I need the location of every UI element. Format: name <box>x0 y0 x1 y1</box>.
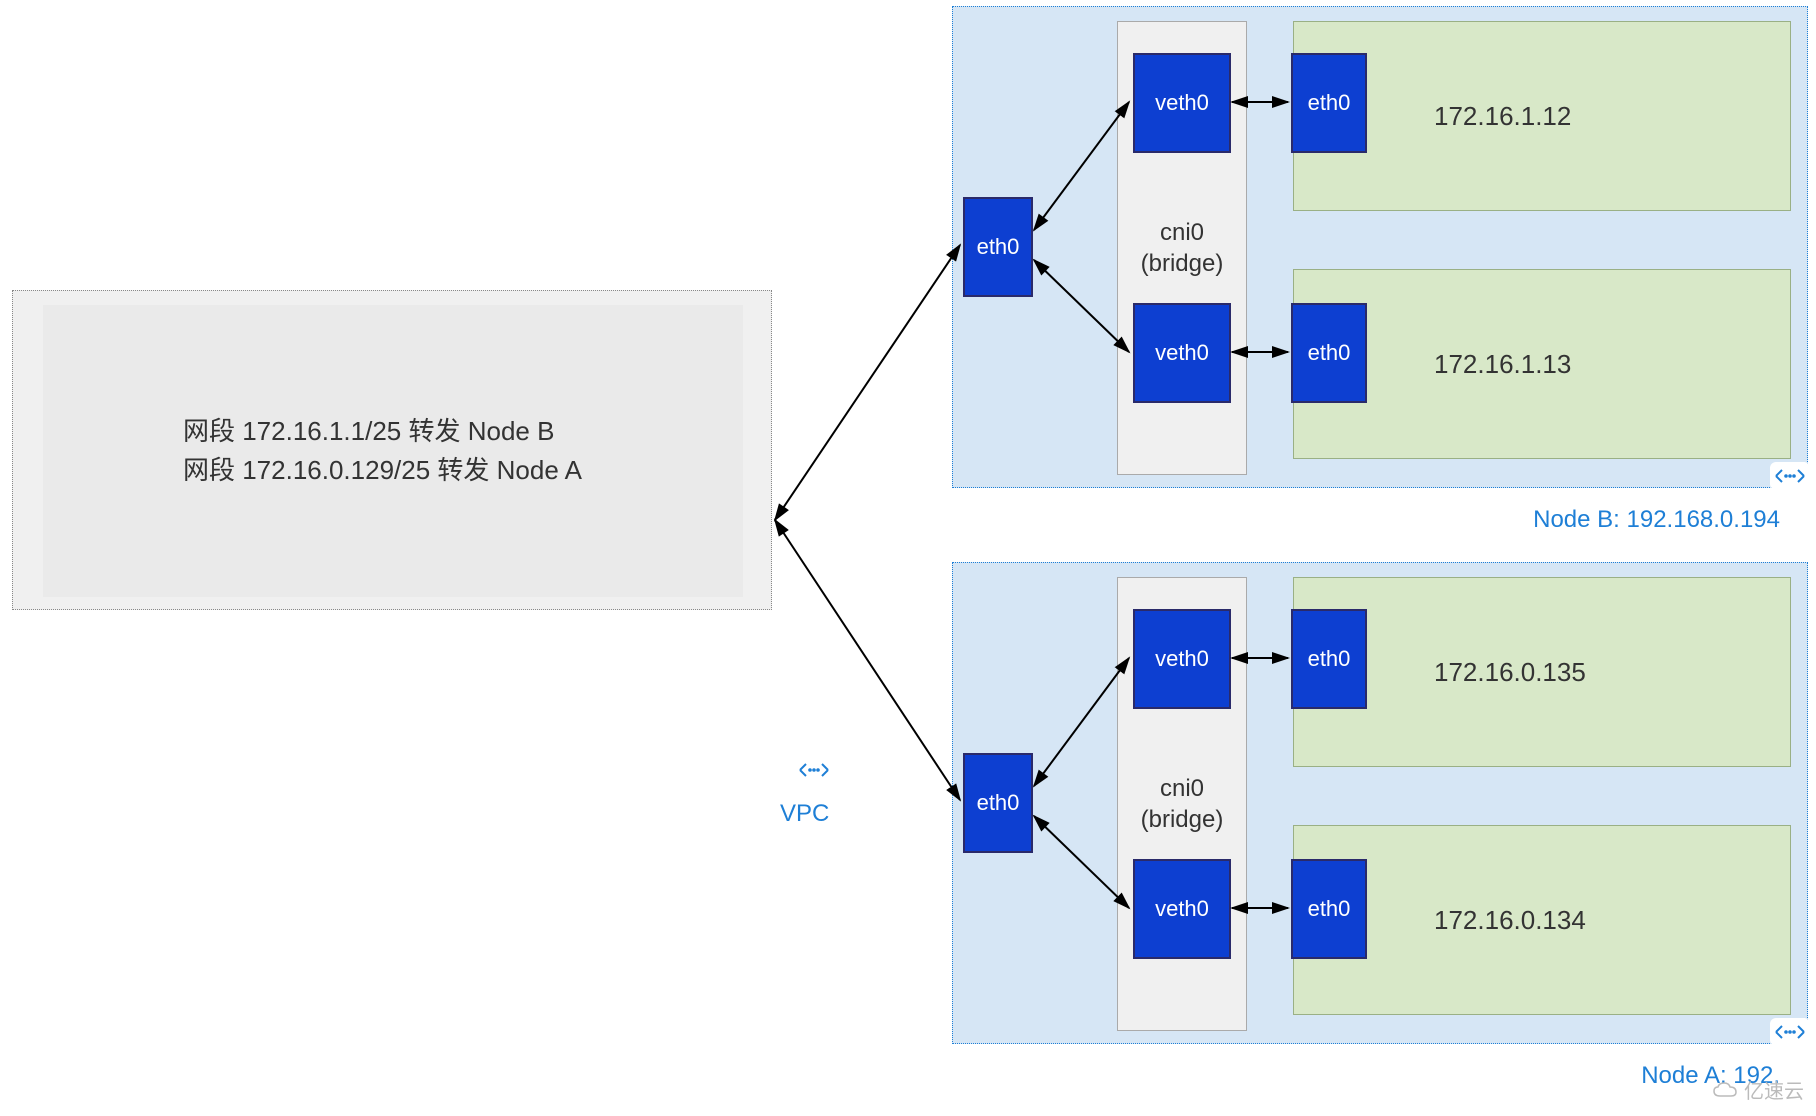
vpc-container: 网段 172.16.1.1/25 转发 Node B 网段 172.16.0.1… <box>12 290 772 610</box>
expand-icon[interactable] <box>794 756 834 784</box>
host-eth-interface: eth0 <box>963 197 1033 297</box>
pod-ip: 172.16.1.13 <box>1434 349 1571 380</box>
node-a-container: 172.16.0.135 172.16.0.134 cni0 (bridge) … <box>952 562 1808 1044</box>
pod-eth-interface: eth0 <box>1291 609 1367 709</box>
pod-eth-interface: eth0 <box>1291 303 1367 403</box>
cloud-icon <box>1712 1080 1738 1100</box>
pod-container: 172.16.1.12 <box>1293 21 1791 211</box>
bridge-label: cni0 (bridge) <box>1118 773 1246 835</box>
veth-interface: veth0 <box>1133 859 1231 959</box>
node-b-container: 172.16.1.12 172.16.1.13 cni0 (bridge) et… <box>952 6 1808 488</box>
veth-interface: veth0 <box>1133 609 1231 709</box>
pod-container: 172.16.1.13 <box>1293 269 1791 459</box>
bridge-label: cni0 (bridge) <box>1118 217 1246 279</box>
vpc-rule-2: 网段 172.16.0.129/25 转发 Node A <box>183 451 743 490</box>
vpc-label: VPC <box>780 800 829 828</box>
pod-ip: 172.16.1.12 <box>1434 101 1571 132</box>
pod-ip: 172.16.0.135 <box>1434 657 1586 688</box>
pod-eth-interface: eth0 <box>1291 859 1367 959</box>
veth-interface: veth0 <box>1133 53 1231 153</box>
vpc-rules-panel: 网段 172.16.1.1/25 转发 Node B 网段 172.16.0.1… <box>43 305 743 597</box>
vpc-rule-1: 网段 172.16.1.1/25 转发 Node B <box>183 412 743 451</box>
pod-container: 172.16.0.134 <box>1293 825 1791 1015</box>
host-eth-interface: eth0 <box>963 753 1033 853</box>
expand-icon[interactable] <box>1770 1018 1810 1046</box>
node-b-label: Node B: 192.168.0.194 <box>1533 506 1780 534</box>
watermark: 亿速云 <box>1712 1075 1804 1104</box>
expand-icon[interactable] <box>1770 462 1810 490</box>
pod-ip: 172.16.0.134 <box>1434 905 1586 936</box>
pod-eth-interface: eth0 <box>1291 53 1367 153</box>
veth-interface: veth0 <box>1133 303 1231 403</box>
pod-container: 172.16.0.135 <box>1293 577 1791 767</box>
